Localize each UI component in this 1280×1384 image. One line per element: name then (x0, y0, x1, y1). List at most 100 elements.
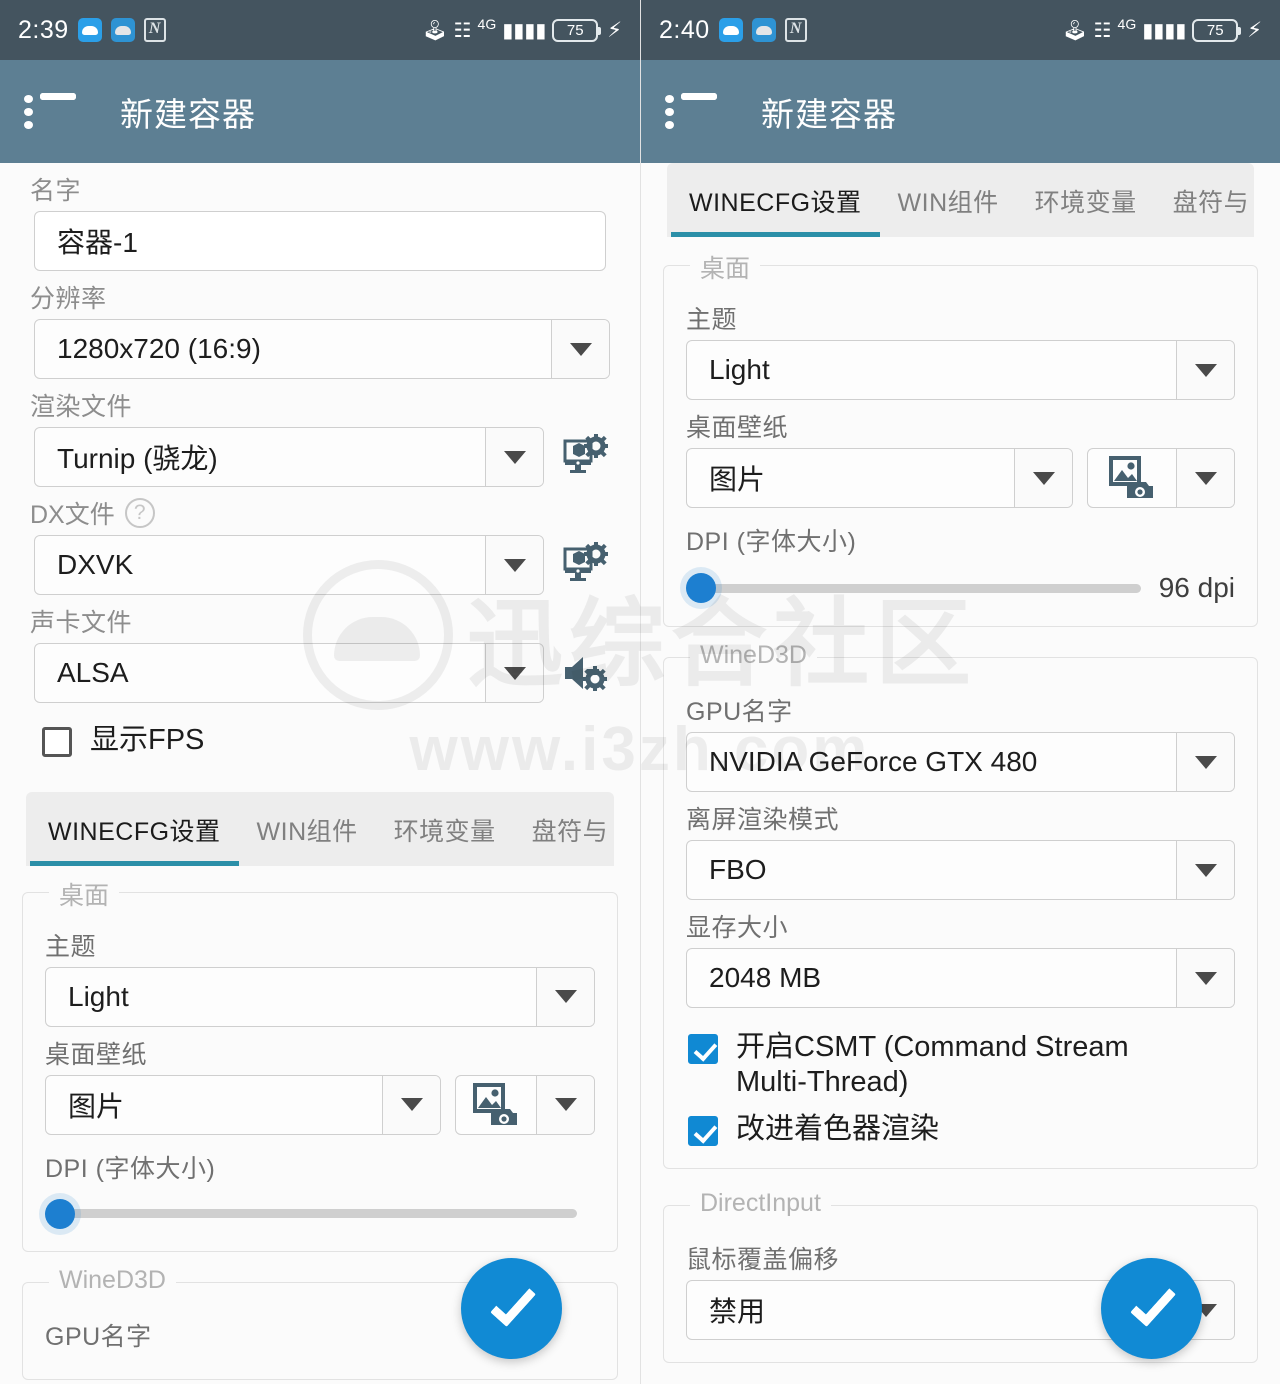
status-clock: 2:39 (18, 15, 69, 44)
confirm-fab-button[interactable] (1101, 1258, 1202, 1359)
wallpaper-row: 图片 (45, 1074, 595, 1135)
hamburger-menu-icon[interactable] (665, 92, 717, 131)
wined3d-group: WineD3D GPU名字 NVIDIA GeForce GTX 480 离屏渲… (663, 641, 1258, 1170)
dx-select[interactable]: DXVK (34, 535, 544, 595)
desktop-group-title: 桌面 (690, 249, 761, 285)
battery-indicator: 75 (1192, 18, 1242, 42)
renderer-settings-icon[interactable] (560, 432, 610, 482)
app-bar: 新建容器 (641, 60, 1280, 163)
csmt-checkbox[interactable] (688, 1034, 718, 1064)
vram-row: 2048 MB (686, 948, 1235, 1008)
chevron-down-icon[interactable] (551, 320, 609, 378)
tab-winecfg[interactable]: WINECFG设置 (671, 183, 880, 237)
dual-screenshot-comparison: 2:39 🕹 ☷ 4G ▮▮▮▮ 75 ⚡ 新建容器 名字 容器-1 (0, 0, 1280, 1384)
offscreen-label: 离屏渲染模式 (686, 806, 840, 834)
hamburger-menu-icon[interactable] (24, 92, 76, 131)
nfc-icon (784, 17, 807, 42)
image-picker-icon[interactable] (1088, 456, 1176, 500)
chevron-down-icon[interactable] (1176, 949, 1234, 1007)
wallpaper-picker-group[interactable] (455, 1074, 595, 1135)
resolution-value: 1280x720 (16:9) (57, 333, 261, 364)
offscreen-select[interactable]: FBO (686, 840, 1235, 900)
status-bar: 2:40 🕹 ☷ 4G ▮▮▮▮ 75 ⚡ (641, 0, 1280, 60)
resolution-select[interactable]: 1280x720 (16:9) (34, 319, 610, 379)
theme-select[interactable]: Light (686, 340, 1235, 400)
cloud-app-icon (77, 18, 102, 42)
wallpaper-row: 图片 (686, 448, 1235, 508)
chevron-down-icon[interactable] (382, 1075, 440, 1134)
name-label: 名字 (30, 177, 82, 205)
chevron-down-icon[interactable] (485, 428, 543, 486)
dpi-slider-row: 96 dpi (686, 572, 1235, 604)
wined3d-group-title: WineD3D (49, 1265, 176, 1295)
shader-row[interactable]: 改进着色器渲染 (664, 1100, 1257, 1147)
chevron-down-icon[interactable] (485, 644, 543, 702)
dpi-slider[interactable] (686, 573, 1141, 603)
csmt-label: 开启CSMT (Command Stream Multi-Thread) (736, 1031, 1129, 1098)
name-input[interactable]: 容器-1 (34, 211, 606, 271)
gpu-label: GPU名字 (686, 698, 793, 726)
tab-bar: WINECFG设置 WIN组件 环境变量 盘符与 (26, 791, 614, 866)
vibrate-icon: ☷ (1093, 19, 1112, 42)
audio-settings-icon[interactable] (560, 648, 610, 698)
shader-label: 改进着色器渲染 (736, 1112, 940, 1145)
theme-value: Light (68, 980, 129, 1012)
vram-select[interactable]: 2048 MB (686, 948, 1235, 1008)
dpi-slider-knob[interactable] (686, 573, 716, 603)
dx-label: DX文件 (30, 501, 115, 529)
gpu-select[interactable]: NVIDIA GeForce GTX 480 (686, 732, 1235, 792)
battery-indicator: 75 (552, 18, 602, 42)
chevron-down-icon[interactable] (1176, 733, 1234, 791)
dpi-slider[interactable] (45, 1198, 577, 1229)
tab-drives[interactable]: 盘符与 (514, 812, 627, 866)
audio-select[interactable]: ALSA (34, 643, 544, 703)
wallpaper-select[interactable]: 图片 (686, 448, 1073, 508)
dx-row: DXVK (34, 535, 610, 595)
chevron-down-icon[interactable] (1014, 449, 1072, 507)
tab-env-vars[interactable]: 环境变量 (376, 812, 514, 866)
show-fps-label: 显示FPS (90, 724, 205, 756)
chevron-down-icon[interactable] (1176, 341, 1234, 399)
renderer-select[interactable]: Turnip (骁龙) (34, 427, 544, 487)
wallpaper-picker-group[interactable] (1087, 448, 1235, 508)
tab-env-vars[interactable]: 环境变量 (1017, 183, 1155, 237)
csmt-row[interactable]: 开启CSMT (Command Stream Multi-Thread) (664, 1008, 1257, 1100)
directinput-group-title: DirectInput (690, 1189, 831, 1219)
status-clock: 2:40 (659, 15, 710, 44)
wallpaper-select[interactable]: 图片 (45, 1074, 441, 1135)
theme-label: 主题 (686, 306, 738, 334)
tab-winecfg[interactable]: WINECFG设置 (30, 812, 239, 866)
check-icon (489, 1279, 536, 1327)
dpi-value: 96 dpi (1158, 572, 1235, 603)
chevron-down-icon[interactable] (1176, 449, 1234, 507)
chevron-down-icon[interactable] (536, 1075, 594, 1134)
cloud-app-icon-secondary (751, 18, 776, 42)
confirm-fab-button[interactable] (461, 1258, 562, 1359)
show-fps-checkbox[interactable] (42, 727, 72, 757)
network-type-label: 4G (477, 16, 497, 32)
help-icon[interactable]: ? (124, 498, 155, 528)
tab-win-components[interactable]: WIN组件 (239, 812, 376, 866)
nfc-icon (143, 17, 166, 42)
image-picker-icon[interactable] (456, 1082, 536, 1127)
audio-value: ALSA (57, 657, 129, 688)
chevron-down-icon[interactable] (536, 967, 594, 1026)
right-content: WINECFG设置 WIN组件 环境变量 盘符与 桌面 主题 Light 桌面壁… (641, 163, 1280, 1384)
chevron-down-icon[interactable] (485, 536, 543, 594)
shader-checkbox[interactable] (688, 1115, 718, 1146)
status-bar-right: 🕹 ☷ 4G ▮▮▮▮ 75 ⚡ (1062, 16, 1262, 43)
show-fps-row[interactable]: 显示FPS (0, 703, 640, 758)
signal-bars-icon: ▮▮▮▮ (1142, 19, 1187, 42)
gpu-value: NVIDIA GeForce GTX 480 (709, 746, 1038, 777)
dpi-label: DPI (字体大小) (686, 528, 857, 556)
wallpaper-value: 图片 (68, 1090, 125, 1122)
theme-value: Light (709, 354, 770, 385)
tab-win-components[interactable]: WIN组件 (880, 183, 1017, 237)
chevron-down-icon[interactable] (1176, 841, 1234, 899)
tab-drives[interactable]: 盘符与 (1155, 183, 1268, 237)
gpu-row: NVIDIA GeForce GTX 480 (686, 732, 1235, 792)
dx-settings-icon[interactable] (560, 540, 610, 590)
theme-select[interactable]: Light (45, 966, 595, 1027)
vibrate-icon: ☷ (453, 19, 472, 42)
dpi-slider-knob[interactable] (45, 1198, 75, 1229)
